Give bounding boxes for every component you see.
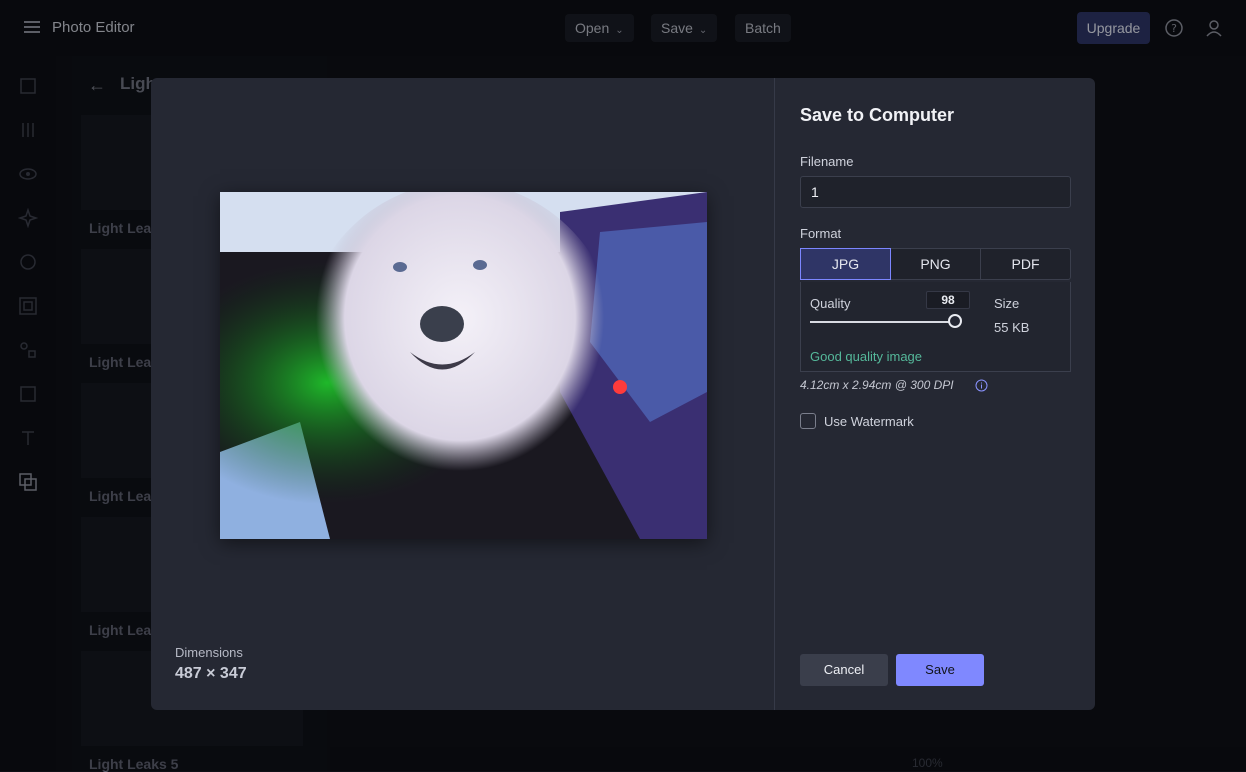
size-value: 55 KB — [994, 320, 1030, 335]
dimensions-value: 487 × 347 — [175, 665, 247, 682]
quality-slider-handle[interactable] — [948, 314, 963, 328]
format-pdf-button[interactable]: PDF — [981, 249, 1070, 279]
image-preview — [220, 192, 707, 539]
quality-status: Good quality image — [810, 349, 923, 364]
print-size-text: 4.12cm x 2.94cm @ 300 DPI — [800, 378, 954, 392]
filename-label: Filename — [800, 154, 854, 169]
image-preview-pane: Dimensions 487 × 347 — [151, 78, 775, 710]
quality-label: Quality — [810, 296, 851, 311]
format-selector: JPG PNG PDF — [800, 248, 1071, 280]
cancel-button[interactable]: Cancel — [800, 654, 888, 686]
quality-settings: Quality 98 Size 55 KB Good quality image — [800, 282, 1071, 372]
watermark-label[interactable]: Use Watermark — [824, 414, 914, 429]
format-jpg-button[interactable]: JPG — [800, 248, 891, 280]
quality-value-input[interactable]: 98 — [926, 291, 970, 309]
dimensions-label: Dimensions — [175, 645, 243, 660]
quality-slider-track[interactable] — [810, 321, 958, 323]
watermark-checkbox[interactable] — [800, 413, 816, 429]
format-png-button[interactable]: PNG — [891, 249, 981, 279]
info-icon[interactable] — [975, 379, 988, 392]
filename-input[interactable] — [800, 176, 1071, 208]
save-button[interactable]: Save — [896, 654, 984, 686]
format-label: Format — [800, 226, 842, 241]
size-label: Size — [994, 296, 1020, 311]
dialog-title: Save to Computer — [800, 105, 955, 125]
save-dialog: Dimensions 487 × 347 Save to Computer Fi… — [151, 78, 1095, 710]
save-settings-pane: Save to Computer Filename Format JPG PNG… — [776, 78, 1095, 710]
